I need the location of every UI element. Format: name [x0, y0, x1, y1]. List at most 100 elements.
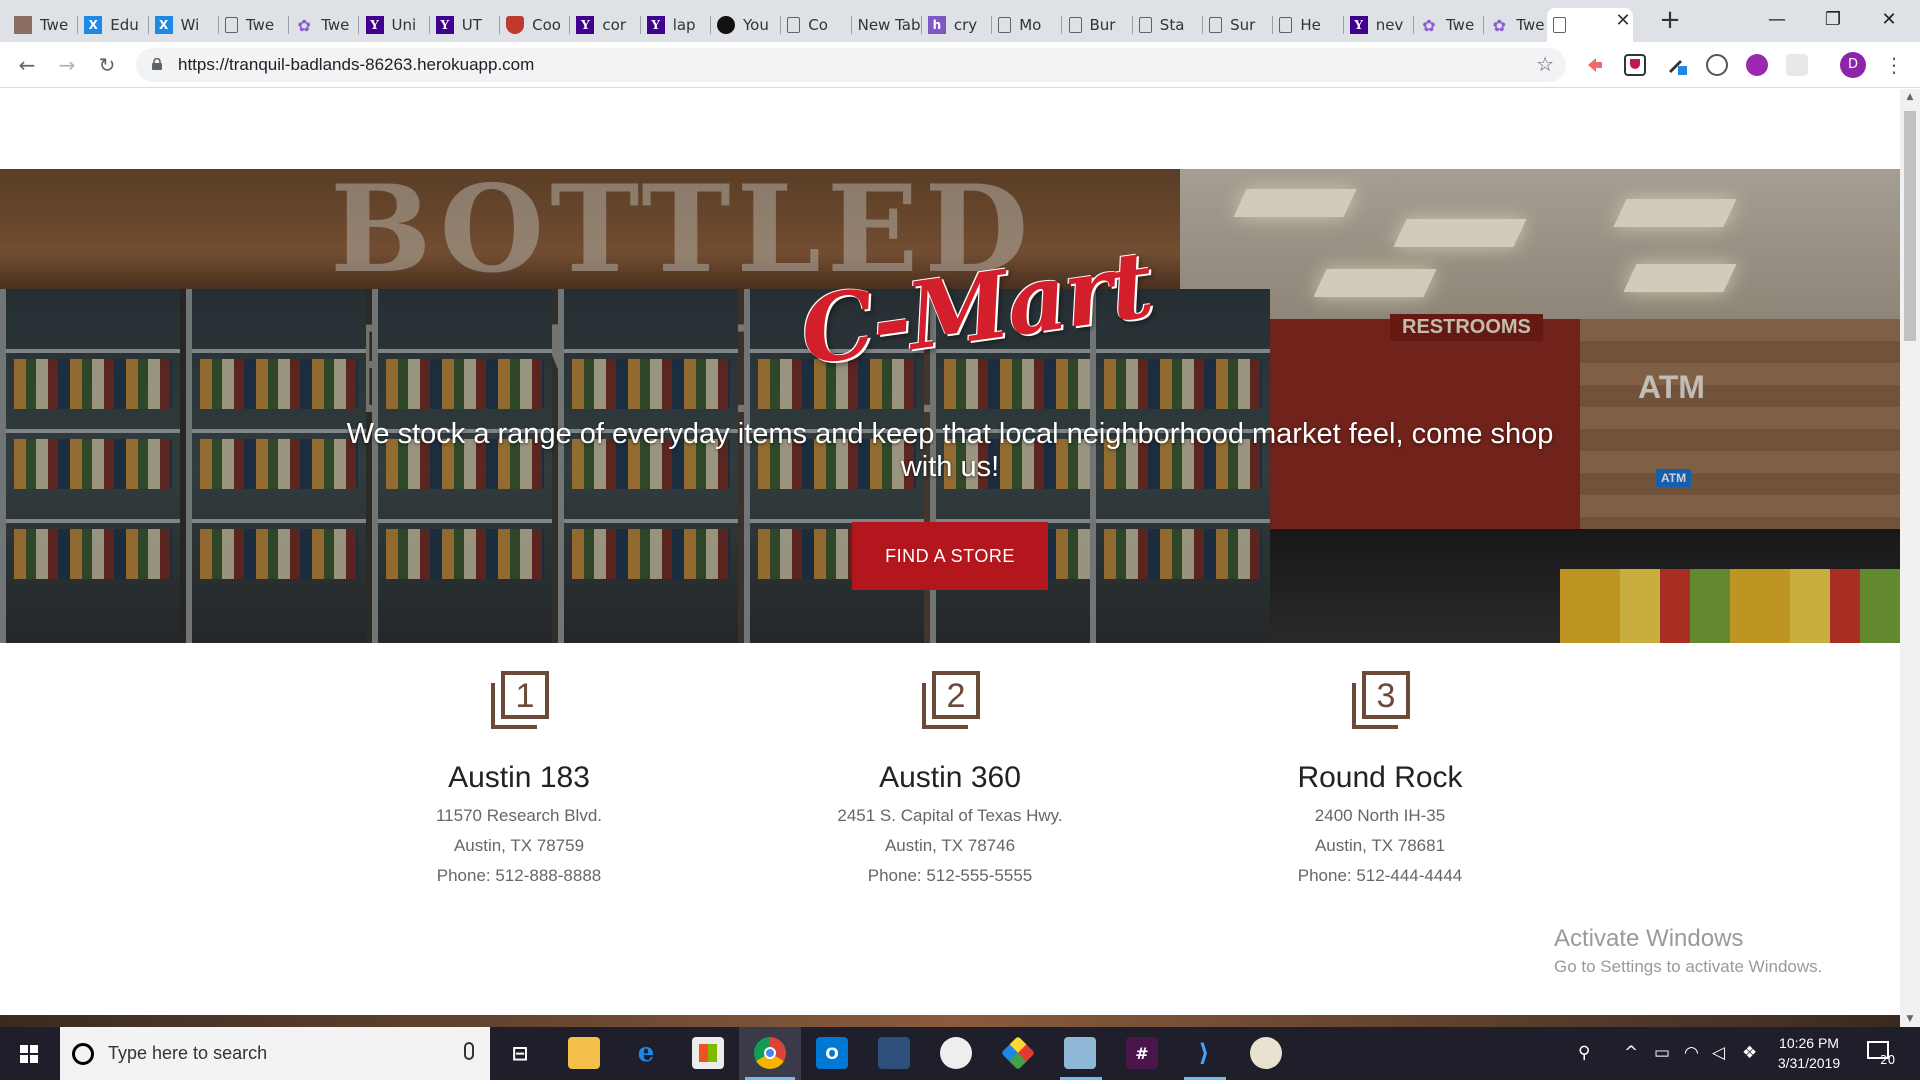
mysql-workbench-icon[interactable]: [878, 1037, 910, 1069]
forward-button[interactable]: →: [52, 50, 82, 80]
store-name: Austin 360: [879, 761, 1021, 794]
scroll-down-arrow-icon[interactable]: ▼: [1900, 1011, 1920, 1027]
task-view-icon[interactable]: ⊟: [504, 1037, 536, 1069]
address-bar[interactable]: https://tranquil-badlands-86263.herokuap…: [136, 48, 1566, 82]
find-a-store-button[interactable]: FIND A STORE: [852, 522, 1048, 590]
browser-tab[interactable]: Ycor: [570, 8, 641, 42]
action-center-icon[interactable]: 20: [1866, 1039, 1896, 1069]
browser-tab[interactable]: Twe: [219, 8, 290, 42]
people-icon[interactable]: ⚲: [1578, 1043, 1590, 1063]
next-section-edge: [0, 1015, 1900, 1027]
extension-gray-icon[interactable]: [1786, 54, 1808, 76]
dropbox-icon[interactable]: ❖: [1742, 1043, 1757, 1063]
yahoo-favicon-icon: Y: [435, 16, 454, 34]
doc-favicon-icon: [1068, 17, 1082, 33]
notepad-icon[interactable]: [1064, 1037, 1096, 1069]
doc-favicon-icon: [224, 17, 238, 33]
scroll-up-arrow-icon[interactable]: ▲: [1900, 89, 1920, 105]
new-tab-button[interactable]: +: [1656, 6, 1684, 34]
store-icon[interactable]: [692, 1037, 724, 1069]
outlook-icon[interactable]: O: [816, 1037, 848, 1069]
slack-icon[interactable]: #: [1126, 1037, 1158, 1069]
browser-menu-icon[interactable]: ⋮: [1884, 52, 1904, 78]
show-hidden-icons-icon[interactable]: ^: [1624, 1043, 1638, 1063]
doc-favicon-icon: [998, 17, 1012, 33]
browser-tab[interactable]: X Edu: [78, 8, 149, 42]
browser-tab[interactable]: You: [711, 8, 782, 42]
doc-favicon-icon: [1138, 17, 1152, 33]
svg-text:2: 2: [947, 677, 966, 715]
close-tab-icon[interactable]: ✕: [1612, 10, 1634, 32]
twine-favicon-icon: ✿: [1492, 15, 1506, 35]
browser-tab[interactable]: X Wi: [149, 8, 219, 42]
start-button[interactable]: [0, 1027, 58, 1080]
browser-tab[interactable]: ✿ Twe: [289, 8, 360, 42]
store-phone: Phone: 512-555-5555: [867, 866, 1033, 885]
doc-favicon-icon: [1552, 17, 1566, 33]
tab-label: Edu: [110, 16, 139, 34]
browser-tab[interactable]: Y UT: [430, 8, 501, 42]
windows-taskbar: Type here to search ⊟ e O # ⟩ ⚲ ^ ▭ ◠ ◁ …: [0, 1027, 1920, 1080]
bookmark-star-icon[interactable]: ☆: [1536, 52, 1554, 76]
vscode-icon[interactable]: ⟩: [1188, 1037, 1220, 1069]
browser-tab[interactable]: Bur: [1063, 8, 1133, 42]
x-favicon-icon: X: [84, 16, 103, 34]
yahoo-favicon-icon: Y: [365, 16, 384, 34]
store-phone: Phone: 512-444-4444: [1297, 866, 1463, 885]
store-city: Austin, TX 78746: [884, 836, 1016, 855]
clock-time: 10:26 PM: [1779, 1035, 1839, 1051]
search-placeholder: Type here to search: [108, 1043, 268, 1063]
browser-tab[interactable]: ✿ Twe: [1414, 8, 1485, 42]
browser-tab[interactable]: New Tab: [852, 8, 922, 42]
restore-button[interactable]: ❐: [1810, 0, 1856, 40]
minimize-button[interactable]: —: [1754, 0, 1800, 40]
system-clock[interactable]: 10:26 PM 3/31/2019: [1764, 1033, 1854, 1073]
paint-icon[interactable]: [1250, 1037, 1282, 1069]
file-explorer-icon[interactable]: [568, 1037, 600, 1069]
browser-tab[interactable]: Co: [781, 8, 852, 42]
scrollbar-thumb[interactable]: [1904, 111, 1916, 341]
battery-icon[interactable]: ▭: [1654, 1043, 1670, 1063]
tab-label: Co: [808, 16, 828, 34]
yahoo-favicon-icon: Y: [576, 16, 595, 34]
close-window-button[interactable]: ✕: [1866, 0, 1912, 40]
notification-count: 20: [1880, 1053, 1896, 1067]
tab-label: nev: [1375, 16, 1404, 34]
page-scrollbar[interactable]: ▲ ▼: [1900, 89, 1920, 1027]
tab-label: You: [743, 16, 769, 34]
browser-tab[interactable]: Coo: [500, 8, 571, 42]
gitkraken-icon[interactable]: [1001, 1036, 1035, 1070]
extension-arrow-icon[interactable]: [1584, 54, 1606, 76]
number-three-icon: 3: [1352, 671, 1410, 729]
store-city: Austin, TX 78681: [1314, 836, 1446, 855]
profile-avatar[interactable]: D: [1840, 52, 1866, 78]
browser-tab[interactable]: Ylap: [641, 8, 711, 42]
browser-tab[interactable]: Sta: [1133, 8, 1204, 42]
wifi-icon[interactable]: ◠: [1684, 1043, 1699, 1063]
volume-muted-icon[interactable]: ◁: [1712, 1043, 1725, 1063]
back-button[interactable]: ←: [12, 50, 42, 80]
browser-tab[interactable]: h cry: [922, 8, 993, 42]
extension-pen-icon[interactable]: [1666, 54, 1688, 76]
microphone-icon[interactable]: [464, 1042, 474, 1060]
number-one-icon: 1: [491, 671, 549, 729]
chrome-icon[interactable]: [754, 1037, 786, 1069]
taskbar-search-box[interactable]: Type here to search: [60, 1027, 490, 1080]
extension-circle-icon[interactable]: [1706, 54, 1728, 76]
shield-favicon-icon: [506, 16, 525, 34]
edge-icon[interactable]: e: [630, 1037, 662, 1069]
twine-favicon-icon: ✿: [297, 15, 311, 35]
browser-tab[interactable]: He: [1273, 8, 1344, 42]
store-street: 2400 North IH-35: [1314, 806, 1446, 825]
store-phone: Phone: 512-888-8888: [436, 866, 602, 885]
extension-pocket-icon[interactable]: [1624, 54, 1646, 76]
github-desktop-icon[interactable]: [940, 1037, 972, 1069]
browser-tab[interactable]: Y Uni: [360, 8, 430, 42]
browser-tab[interactable]: ✿ Twe: [1484, 8, 1555, 42]
browser-tab[interactable]: Mo: [992, 8, 1063, 42]
reload-button[interactable]: ↻: [92, 50, 122, 80]
browser-tab[interactable]: Ynev: [1344, 8, 1414, 42]
browser-tab[interactable]: Sur: [1203, 8, 1274, 42]
extension-purple-icon[interactable]: [1746, 54, 1768, 76]
browser-tab[interactable]: Twe: [8, 8, 79, 42]
